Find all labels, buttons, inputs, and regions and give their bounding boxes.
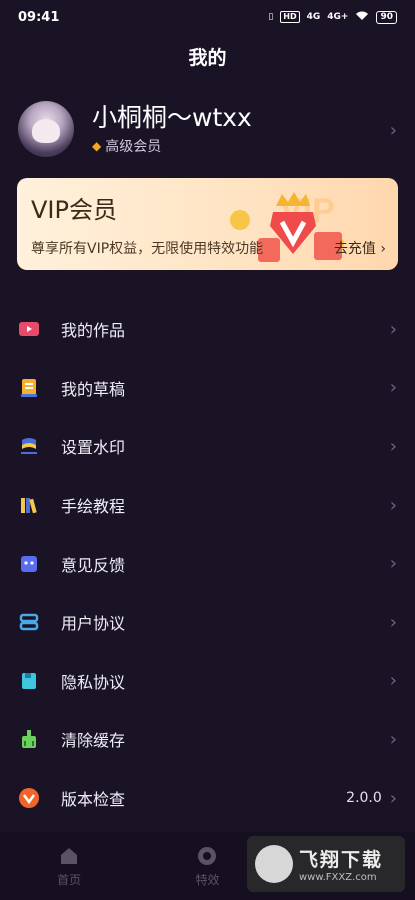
tab-label: 特效 <box>195 872 220 887</box>
home-icon <box>61 847 78 864</box>
network-4gplus-label: 4G+ <box>327 12 349 22</box>
vip-card[interactable]: VIP VIP会员 尊享所有VIP权益，无限使用特效功能 去充值 › <box>17 178 398 270</box>
wifi-icon <box>355 10 369 24</box>
watermark-logo <box>255 845 293 883</box>
menu-label: 清除缓存 <box>61 731 126 751</box>
battery-icon: 90 <box>376 10 397 24</box>
page-title: 我的 <box>188 47 227 69</box>
member-label: 高级会员 <box>105 139 162 155</box>
menu-item-feedback[interactable]: 意见反馈 › <box>0 534 415 593</box>
hd-icon: HD <box>280 11 300 23</box>
status-bar: 09:41 ▯ HD 4G 4G+ 90 <box>0 0 415 34</box>
tab-label: 首页 <box>57 872 82 887</box>
vip-description: 尊享所有VIP权益，无限使用特效功能 <box>31 241 264 257</box>
clear-cache-icon <box>18 728 40 750</box>
recharge-link[interactable]: 去充值 › <box>334 238 386 258</box>
menu-label: 用户协议 <box>61 614 126 634</box>
video-icon <box>18 318 40 340</box>
site-watermark: 飞翔下载 www.FXXZ.com <box>247 836 405 892</box>
menu-item-user-agreement[interactable]: 用户协议 › <box>0 593 415 652</box>
menu-label: 我的草稿 <box>61 379 126 399</box>
chevron-right-icon: › <box>389 120 397 141</box>
menu-item-clear-cache[interactable]: 清除缓存 › <box>0 710 415 769</box>
tab-home[interactable]: 首页 <box>0 832 138 900</box>
effects-icon <box>198 846 217 865</box>
menu-label: 设置水印 <box>61 438 126 458</box>
watermark-main-text: 飞翔下载 <box>299 849 384 871</box>
menu-label: 版本检查 <box>61 790 126 810</box>
draft-icon <box>18 377 40 399</box>
username: 小桐桐～wtxx <box>92 103 252 132</box>
menu-item-version-check[interactable]: 版本检查 2.0.0 › <box>0 769 415 828</box>
chevron-right-icon: › <box>389 494 397 516</box>
menu-item-set-watermark[interactable]: 设置水印 › <box>0 417 415 476</box>
feedback-icon <box>18 553 40 575</box>
agreement-icon <box>18 611 40 633</box>
menu-label: 手绘教程 <box>61 497 126 517</box>
menu-item-my-works[interactable]: 我的作品 › <box>0 300 415 359</box>
menu-label: 隐私协议 <box>61 672 126 692</box>
privacy-icon <box>18 670 40 692</box>
chevron-right-icon: › <box>389 670 397 692</box>
chevron-right-icon: › <box>389 377 397 399</box>
status-time: 09:41 <box>18 9 60 25</box>
diamond-icon: ◆ <box>92 139 102 153</box>
menu-item-privacy-agreement[interactable]: 隐私协议 › <box>0 652 415 711</box>
chevron-right-icon: › <box>380 241 386 257</box>
vip-title: VIP会员 <box>31 196 117 224</box>
network-4g-label: 4G <box>306 12 321 22</box>
chevron-right-icon: › <box>389 611 397 633</box>
watermark-icon <box>18 435 40 457</box>
chevron-right-icon: › <box>389 787 397 809</box>
version-number: 2.0.0 <box>346 790 382 807</box>
chevron-right-icon: › <box>389 728 397 750</box>
version-icon <box>18 787 40 809</box>
vibrate-icon: ▯ <box>268 12 274 22</box>
status-icons: ▯ HD 4G 4G+ 90 <box>268 10 397 24</box>
menu-label: 我的作品 <box>61 321 126 341</box>
avatar[interactable] <box>18 101 74 157</box>
chevron-right-icon: › <box>389 318 397 340</box>
recharge-label: 去充值 <box>333 241 376 257</box>
watermark-url: www.FXXZ.com <box>299 872 377 883</box>
menu-item-drawing-tutorial[interactable]: 手绘教程 › <box>0 476 415 535</box>
menu-label: 意见反馈 <box>61 555 126 575</box>
chevron-right-icon: › <box>389 553 397 575</box>
menu-item-my-drafts[interactable]: 我的草稿 › <box>0 359 415 418</box>
chevron-right-icon: › <box>389 435 397 457</box>
profile-card[interactable]: 小桐桐～wtxx ◆ 高级会员 › <box>0 96 415 162</box>
books-icon <box>18 494 40 516</box>
settings-menu: 我的作品 › 我的草稿 › 设置水印 › 手绘教程 › 意见反馈 › 用户协议 … <box>0 300 415 827</box>
